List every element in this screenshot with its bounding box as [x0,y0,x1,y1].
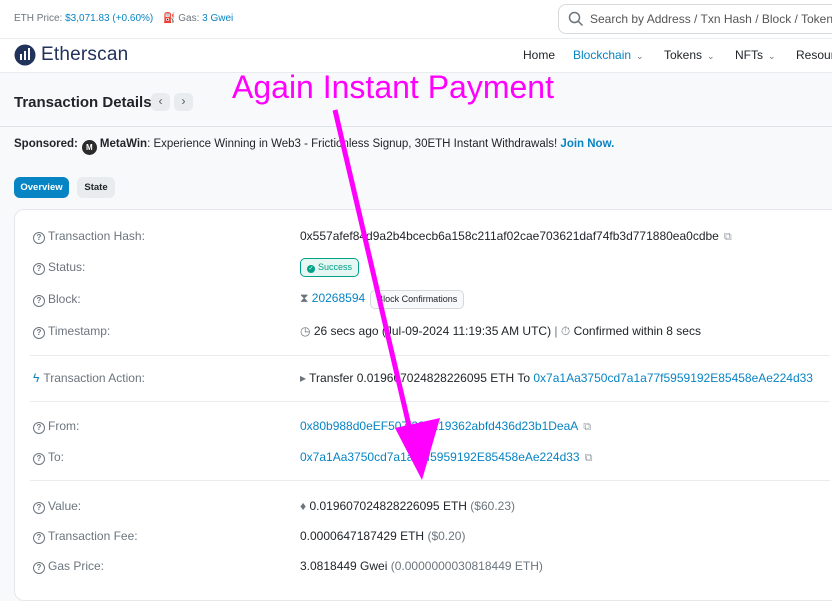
annotation-arrow-head [395,418,440,480]
annotation-arrow-line [332,109,413,431]
annotation-arrow [332,109,440,480]
